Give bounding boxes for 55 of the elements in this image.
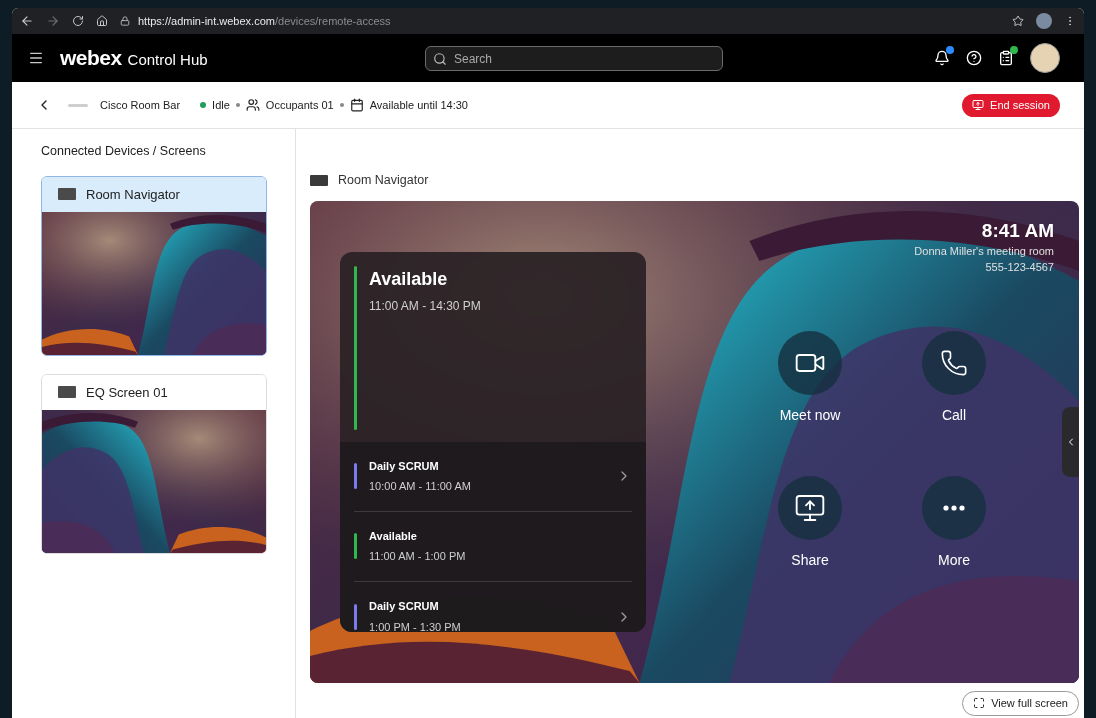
preview-title: Room Navigator — [338, 172, 429, 189]
back-icon[interactable] — [20, 14, 34, 28]
meeting-title: Daily SCRUM — [369, 599, 440, 615]
action-button[interactable]: More — [890, 475, 1018, 571]
meeting-row[interactable]: Daily SCRUM 10:00 AM - 11:00 AM — [354, 441, 632, 512]
meeting-row[interactable]: Daily SCRUM 1:00 PM - 1:30 PM — [354, 581, 632, 632]
brand-logo: webex — [60, 45, 122, 72]
occupants-count: Occupants 01 — [265, 97, 334, 113]
clipboard-icon — [998, 50, 1014, 66]
menu-icon[interactable] — [28, 50, 44, 66]
bookmark-star-icon[interactable] — [1012, 15, 1024, 27]
room-phone: 555-123-4567 — [985, 260, 1054, 276]
lock-icon — [120, 16, 130, 26]
schedule-title: Available — [369, 267, 449, 291]
device-status: Idle — [212, 97, 230, 113]
end-session-button[interactable]: End session — [962, 93, 1060, 117]
device-name: Cisco Room Bar — [100, 97, 181, 113]
action-button[interactable]: Call — [890, 330, 1018, 426]
room-name: Donna Miller's meeting room — [914, 243, 1054, 259]
action-button[interactable]: Share — [746, 475, 874, 571]
bell-icon — [934, 50, 950, 66]
screen-icon — [58, 386, 76, 399]
search-field[interactable]: Search — [425, 46, 723, 71]
forward-icon[interactable] — [46, 14, 60, 28]
meeting-time: 11:00 AM - 1:00 PM — [369, 549, 467, 565]
section-title: Connected Devices / Screens — [41, 143, 207, 160]
meeting-row[interactable]: Available 11:00 AM - 1:00 PM — [354, 511, 632, 582]
phone-icon — [940, 348, 968, 377]
home-icon[interactable] — [96, 15, 108, 27]
meeting-time: 1:00 PM - 1:30 PM — [369, 619, 462, 632]
schedule-time: 11:00 AM - 14:30 PM — [369, 297, 481, 315]
meeting-time: 10:00 AM - 11:00 AM — [369, 479, 472, 495]
action-button[interactable]: Meet now — [746, 330, 874, 426]
availability-text: Available until 14:30 — [369, 97, 468, 113]
device-icon — [68, 103, 88, 107]
device-card-title: EQ Screen 01 — [86, 383, 168, 402]
meeting-title: Available — [369, 528, 418, 544]
screen-icon — [58, 188, 76, 201]
help-icon[interactable] — [966, 50, 982, 66]
clock-time: 8:41 AM — [981, 218, 1054, 243]
profile-avatar[interactable] — [1036, 13, 1052, 29]
product-name: Control Hub — [127, 50, 208, 71]
search-icon — [433, 51, 447, 66]
device-card[interactable]: EQ Screen 01 — [41, 373, 267, 554]
reload-icon[interactable] — [72, 15, 84, 27]
people-icon — [245, 98, 260, 112]
screen-icon — [310, 174, 328, 186]
meeting-title: Daily SCRUM — [369, 458, 440, 474]
screen-share-icon — [972, 99, 985, 111]
user-avatar[interactable] — [1030, 43, 1060, 73]
device-card-title: Room Navigator — [86, 185, 180, 204]
calendar-icon — [349, 98, 364, 112]
expand-icon — [973, 697, 986, 710]
device-card[interactable]: Room Navigator — [41, 175, 267, 356]
more-icon — [943, 504, 965, 511]
